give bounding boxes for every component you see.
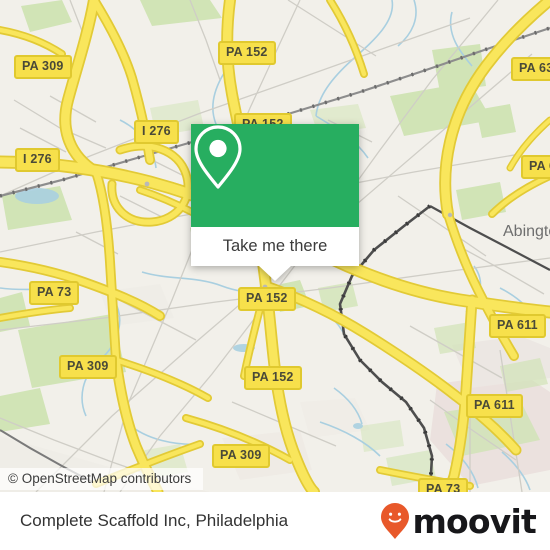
take-me-there-button[interactable]: Take me there bbox=[191, 227, 359, 266]
road-shield: PA 63 bbox=[511, 57, 550, 81]
popup-header bbox=[191, 124, 359, 227]
road-shield: I 276 bbox=[134, 120, 179, 144]
popup-pointer bbox=[258, 265, 292, 281]
map-canvas[interactable]: PA 309 PA 152 PA 63 I 276 PA 152 I 276 P… bbox=[0, 0, 550, 492]
screenshot-root: PA 309 PA 152 PA 63 I 276 PA 152 I 276 P… bbox=[0, 0, 550, 550]
road-shield: PA 309 bbox=[212, 444, 270, 468]
road-shield: PA 611 bbox=[466, 394, 523, 418]
moovit-logo[interactable]: moovit bbox=[380, 501, 537, 541]
moovit-wordmark: moovit bbox=[412, 501, 536, 541]
road-shield: PA 611 bbox=[489, 314, 546, 338]
road-shield: I 276 bbox=[15, 148, 60, 172]
take-me-there-label: Take me there bbox=[222, 237, 328, 255]
road-shield: PA 152 bbox=[238, 287, 296, 311]
map-pin-icon bbox=[194, 125, 242, 189]
road-shield: PA 6 bbox=[521, 155, 550, 179]
road-shield: PA 309 bbox=[59, 355, 117, 379]
moovit-smiley-pin-icon bbox=[381, 503, 410, 539]
road-shield: PA 309 bbox=[14, 55, 72, 79]
road-shield: PA 73 bbox=[29, 281, 80, 305]
road-shield: PA 73 bbox=[418, 478, 469, 492]
location-popup[interactable]: Take me there bbox=[191, 124, 359, 281]
road-shield: PA 152 bbox=[244, 366, 302, 390]
map-attribution[interactable]: © OpenStreetMap contributors bbox=[0, 468, 204, 490]
road-shield: PA 152 bbox=[218, 41, 276, 65]
location-title: Complete Scaffold Inc, Philadelphia bbox=[20, 511, 289, 530]
footer-bar: Complete Scaffold Inc, Philadelphia moov… bbox=[0, 492, 550, 550]
place-label-abington: Abington bbox=[503, 223, 550, 240]
